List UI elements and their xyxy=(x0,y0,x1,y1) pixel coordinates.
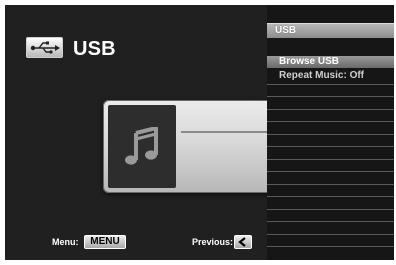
menu-divider xyxy=(267,171,394,172)
panel-header: USB xyxy=(267,23,394,38)
menu-divider xyxy=(267,146,394,147)
menu-divider xyxy=(267,121,394,122)
menu-item-browse-usb[interactable]: Browse USB xyxy=(267,56,394,68)
chevron-left-icon xyxy=(238,237,246,247)
menu-divider xyxy=(267,159,394,160)
previous-label: Previous: xyxy=(192,237,234,247)
previous-key-button[interactable] xyxy=(234,235,252,249)
music-note-icon xyxy=(125,127,158,165)
menu-divider xyxy=(267,134,394,135)
menu-divider xyxy=(267,246,394,247)
menu-key-button[interactable]: MENU xyxy=(84,235,126,249)
menu-divider xyxy=(267,234,394,235)
menu-divider xyxy=(267,209,394,210)
menu-divider xyxy=(267,221,394,222)
menu-divider xyxy=(267,109,394,110)
usb-drive-icon xyxy=(26,37,63,58)
menu-divider xyxy=(267,196,394,197)
menu-item-repeat-music[interactable]: Repeat Music: Off xyxy=(267,70,394,82)
panel-title: USB xyxy=(275,25,297,36)
menu-divider xyxy=(267,184,394,185)
now-playing-card xyxy=(103,100,291,193)
album-art xyxy=(108,105,176,188)
options-panel: USB Browse USB Repeat Music: Off xyxy=(267,5,394,260)
menu-label: Menu: xyxy=(52,237,79,247)
menu-divider xyxy=(267,84,394,85)
menu-divider xyxy=(267,96,394,97)
source-title: USB xyxy=(73,38,116,60)
